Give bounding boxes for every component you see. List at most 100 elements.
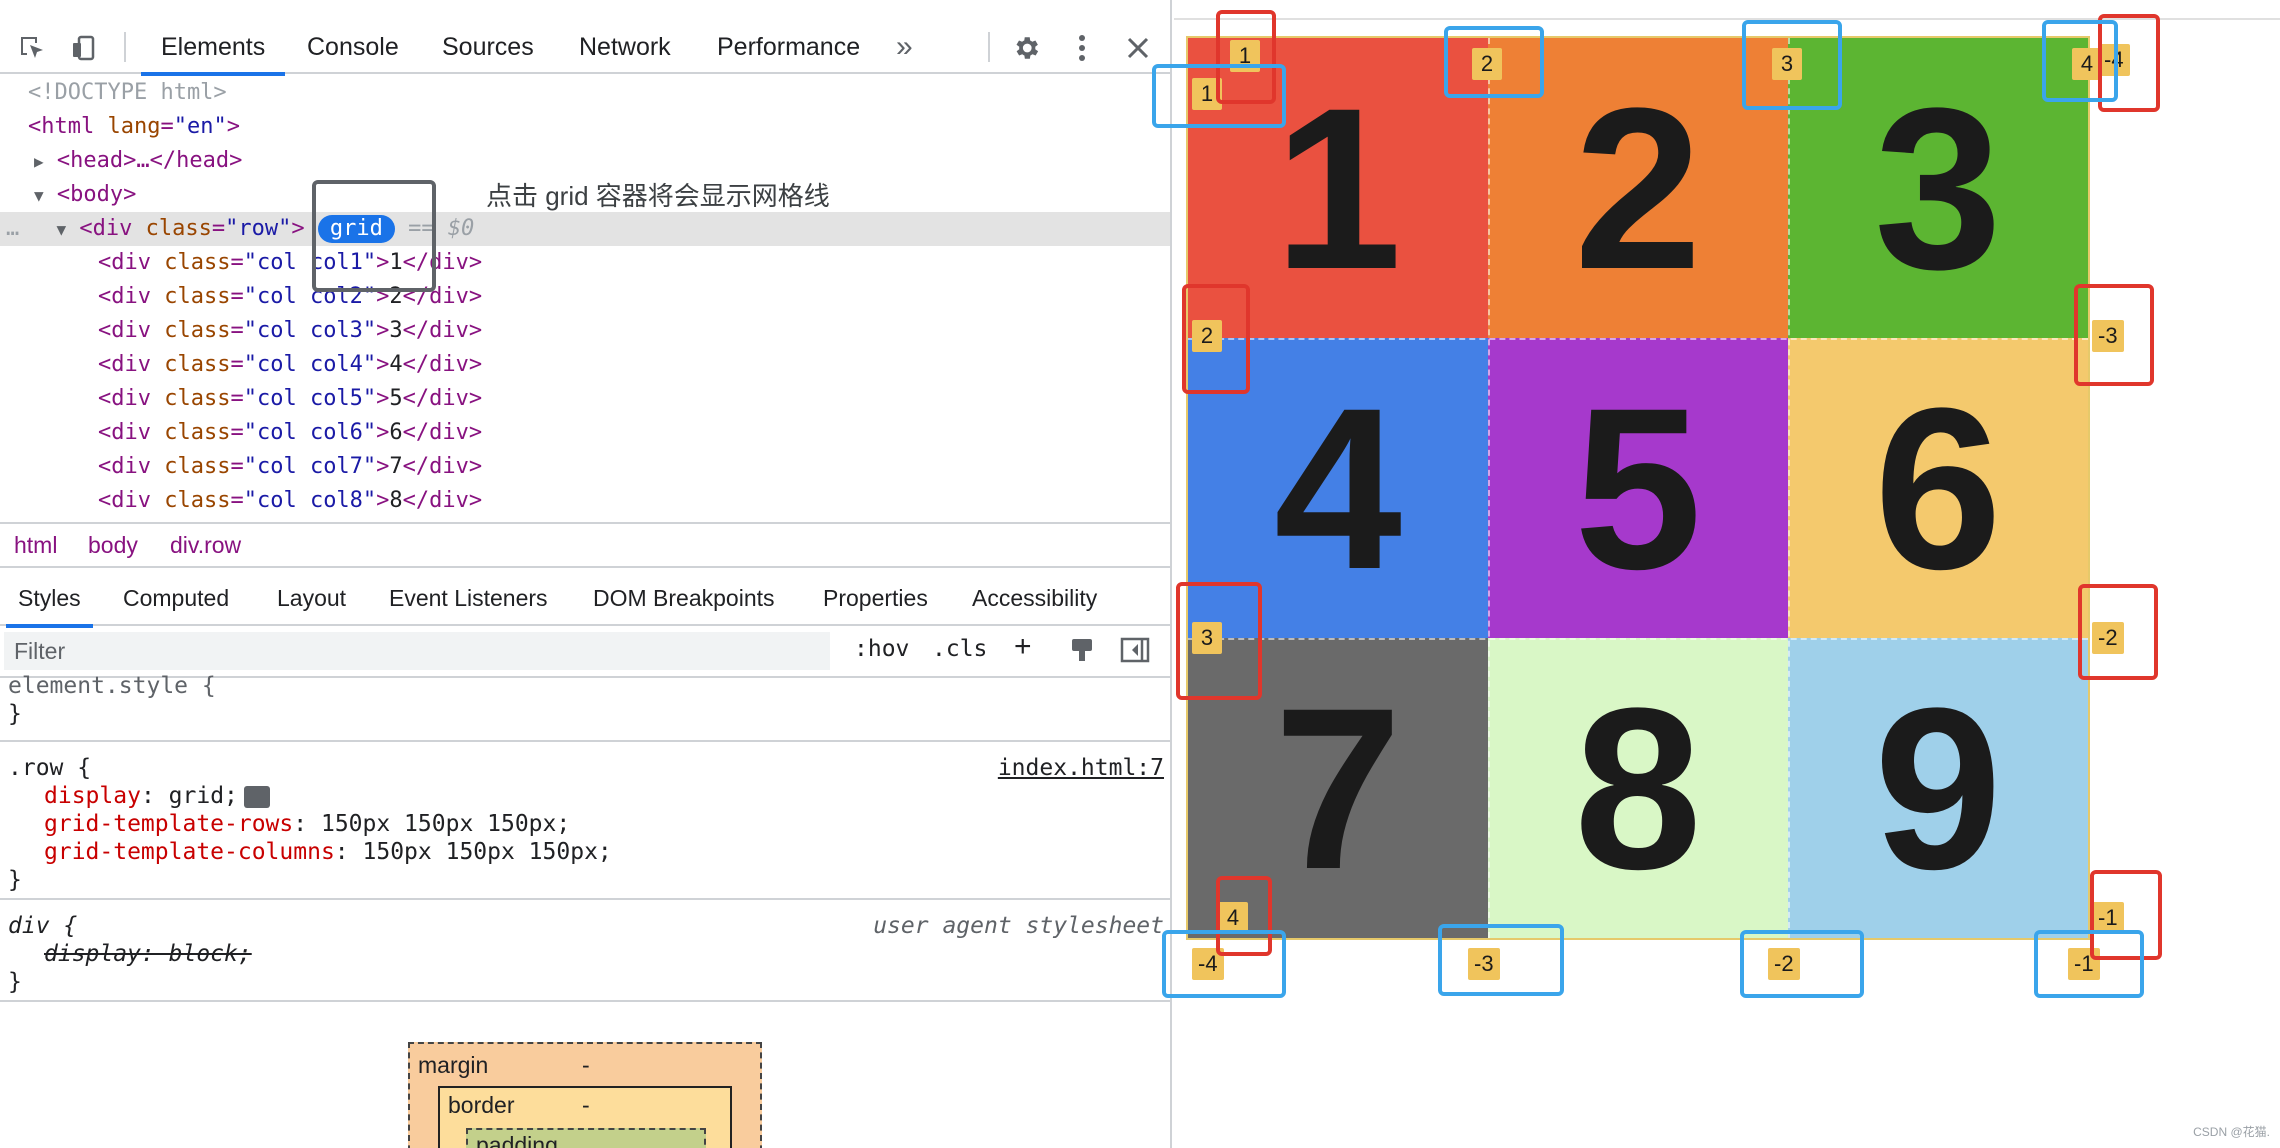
- prop-display[interactable]: display: grid;: [44, 782, 270, 810]
- breadcrumb-html[interactable]: html: [14, 524, 57, 566]
- blue-highlight-box: [1152, 64, 1286, 128]
- cls-toggle[interactable]: .cls: [932, 636, 987, 662]
- dom-div-col-7[interactable]: <div class="col col7">7</div>: [0, 450, 1170, 484]
- html-tag: <html: [28, 114, 95, 139]
- breadcrumb-body[interactable]: body: [88, 524, 138, 566]
- html-close: >: [226, 114, 240, 139]
- rule-close-brace: }: [8, 701, 22, 727]
- hov-toggle[interactable]: :hov: [854, 636, 909, 662]
- tag-close: >: [376, 386, 390, 411]
- prop-value: 150px 150px 150px;: [320, 811, 571, 837]
- prop-display-block-overridden[interactable]: display: block;: [44, 940, 252, 968]
- tab-console[interactable]: Console: [307, 20, 399, 74]
- dom-head[interactable]: ▶ <head>…</head>: [0, 144, 1170, 178]
- close-icon[interactable]: [1122, 32, 1154, 64]
- dom-div-row-selected[interactable]: … ▼ <div class="row"> grid == $0: [0, 212, 1170, 246]
- doctype-text: <!DOCTYPE html>: [28, 80, 227, 105]
- more-tabs-button[interactable]: »: [896, 20, 913, 74]
- grid-cell-9[interactable]: 9: [1788, 638, 2088, 938]
- prop-grid-template-columns[interactable]: grid-template-columns: 150px 150px 150px…: [44, 838, 612, 866]
- user-agent-source: user agent stylesheet: [873, 913, 1164, 939]
- div-text: 6: [389, 420, 403, 445]
- breadcrumb-div-row[interactable]: div.row: [170, 524, 241, 566]
- dom-tree: <!DOCTYPE html> <html lang="en"> ▶ <head…: [0, 76, 1170, 520]
- expand-triangle-icon[interactable]: ▶: [34, 152, 44, 171]
- dom-div-col-5[interactable]: <div class="col col5">5</div>: [0, 382, 1170, 416]
- grid-container[interactable]: 123456789: [1186, 36, 2090, 940]
- dom-div-col-8[interactable]: <div class="col col8">8</div>: [0, 484, 1170, 518]
- filter-input[interactable]: [4, 632, 830, 670]
- row-selector: .row {: [8, 755, 92, 781]
- row-source-link[interactable]: index.html:7: [998, 754, 1164, 782]
- inspect-element-icon[interactable]: [16, 32, 48, 64]
- grid-editor-icon[interactable]: [243, 785, 270, 808]
- element-style-selector: element.style {: [8, 673, 216, 699]
- padding-label: padding: [476, 1132, 558, 1148]
- row-ellipsis[interactable]: …: [6, 216, 19, 241]
- device-toolbar-icon[interactable]: [68, 32, 100, 64]
- rule-element-style[interactable]: element.style { }: [0, 673, 1170, 742]
- blue-highlight-box: [1438, 924, 1564, 996]
- class-value: "col col7": [243, 454, 377, 479]
- toggle-sidebar-icon[interactable]: [1120, 636, 1150, 670]
- rule-row[interactable]: .row { index.html:7 display: grid; grid-…: [0, 742, 1170, 900]
- head-tag: <head>…</head>: [56, 148, 243, 173]
- tab-properties[interactable]: Properties: [823, 570, 928, 626]
- gear-icon[interactable]: [1010, 32, 1042, 64]
- dom-div-col-1[interactable]: <div class="col col1">1</div>: [0, 246, 1170, 280]
- tab-performance[interactable]: Performance: [717, 20, 860, 74]
- collapse-triangle-icon[interactable]: ▼: [34, 186, 44, 205]
- tab-layout[interactable]: Layout: [277, 570, 346, 626]
- tag-close: >: [376, 420, 390, 445]
- tab-dom-breakpoints[interactable]: DOM Breakpoints: [593, 570, 775, 626]
- blue-highlight-box: [1742, 20, 1842, 110]
- div-tag: <div: [98, 250, 151, 275]
- rule-div-user-agent[interactable]: div { user agent stylesheet display: blo…: [0, 900, 1170, 1002]
- red-highlight-box: [1176, 582, 1262, 700]
- dom-doctype[interactable]: <!DOCTYPE html>: [0, 76, 1170, 110]
- div-close-tag: </div>: [402, 488, 483, 513]
- dom-div-col-3[interactable]: <div class="col col3">3</div>: [0, 314, 1170, 348]
- grid-line-row-3: [1188, 638, 2088, 640]
- dom-div-col-2[interactable]: <div class="col col2">2</div>: [0, 280, 1170, 314]
- watermark: CSDN @花猫.: [2193, 1125, 2270, 1139]
- blue-highlight-box: [2042, 20, 2118, 102]
- new-style-rule-button[interactable]: +: [1014, 630, 1032, 664]
- prop-value: 150px 150px 150px;: [362, 839, 612, 865]
- tab-event-listeners[interactable]: Event Listeners: [389, 570, 548, 626]
- prop-name: display: [44, 783, 141, 809]
- div-tag: <div: [98, 386, 151, 411]
- class-attr: class: [164, 454, 231, 479]
- box-model-diagram: margin - border - padding: [408, 1042, 762, 1148]
- tab-network[interactable]: Network: [579, 20, 671, 74]
- paint-brush-icon[interactable]: [1068, 636, 1096, 670]
- blue-highlight-box: [2034, 930, 2144, 998]
- breadcrumb: html body div.row: [0, 522, 1170, 568]
- tag-close: >: [376, 488, 390, 513]
- rendered-page: 123456789 1 2 3 4 -4 1 2 3 4 -3 -2 -1 -4…: [1152, 0, 2280, 1148]
- class-attr: class: [164, 488, 231, 513]
- style-rules: element.style { } .row { index.html:7 di…: [0, 673, 1170, 1008]
- margin-value[interactable]: -: [582, 1052, 590, 1079]
- tab-elements[interactable]: Elements: [140, 20, 286, 76]
- tab-styles[interactable]: Styles: [6, 570, 93, 628]
- collapse-triangle-icon[interactable]: ▼: [57, 220, 67, 239]
- tab-accessibility[interactable]: Accessibility: [972, 570, 1097, 626]
- tab-computed[interactable]: Computed: [123, 570, 229, 626]
- dom-div-col-4[interactable]: <div class="col col4">4</div>: [0, 348, 1170, 382]
- class-attr: class: [164, 386, 231, 411]
- class-attr: class: [164, 284, 231, 309]
- styles-subtabs: Styles Computed Layout Event Listeners D…: [0, 570, 1170, 628]
- border-value[interactable]: -: [582, 1092, 590, 1119]
- dom-html[interactable]: <html lang="en">: [0, 110, 1170, 144]
- grid-cell-8[interactable]: 8: [1488, 638, 1788, 938]
- prop-grid-template-rows[interactable]: grid-template-rows: 150px 150px 150px;: [44, 810, 570, 838]
- dom-div-col-6[interactable]: <div class="col col6">6</div>: [0, 416, 1170, 450]
- class-attr: class: [145, 216, 212, 241]
- grid-cell-6[interactable]: 6: [1788, 338, 2088, 638]
- grid-line-col-3: [1788, 38, 1790, 938]
- grid-cell-5[interactable]: 5: [1488, 338, 1788, 638]
- tab-sources[interactable]: Sources: [442, 20, 534, 74]
- annotation-note: 点击 grid 容器将会显示网格线: [486, 181, 830, 211]
- more-options-icon[interactable]: [1066, 32, 1098, 64]
